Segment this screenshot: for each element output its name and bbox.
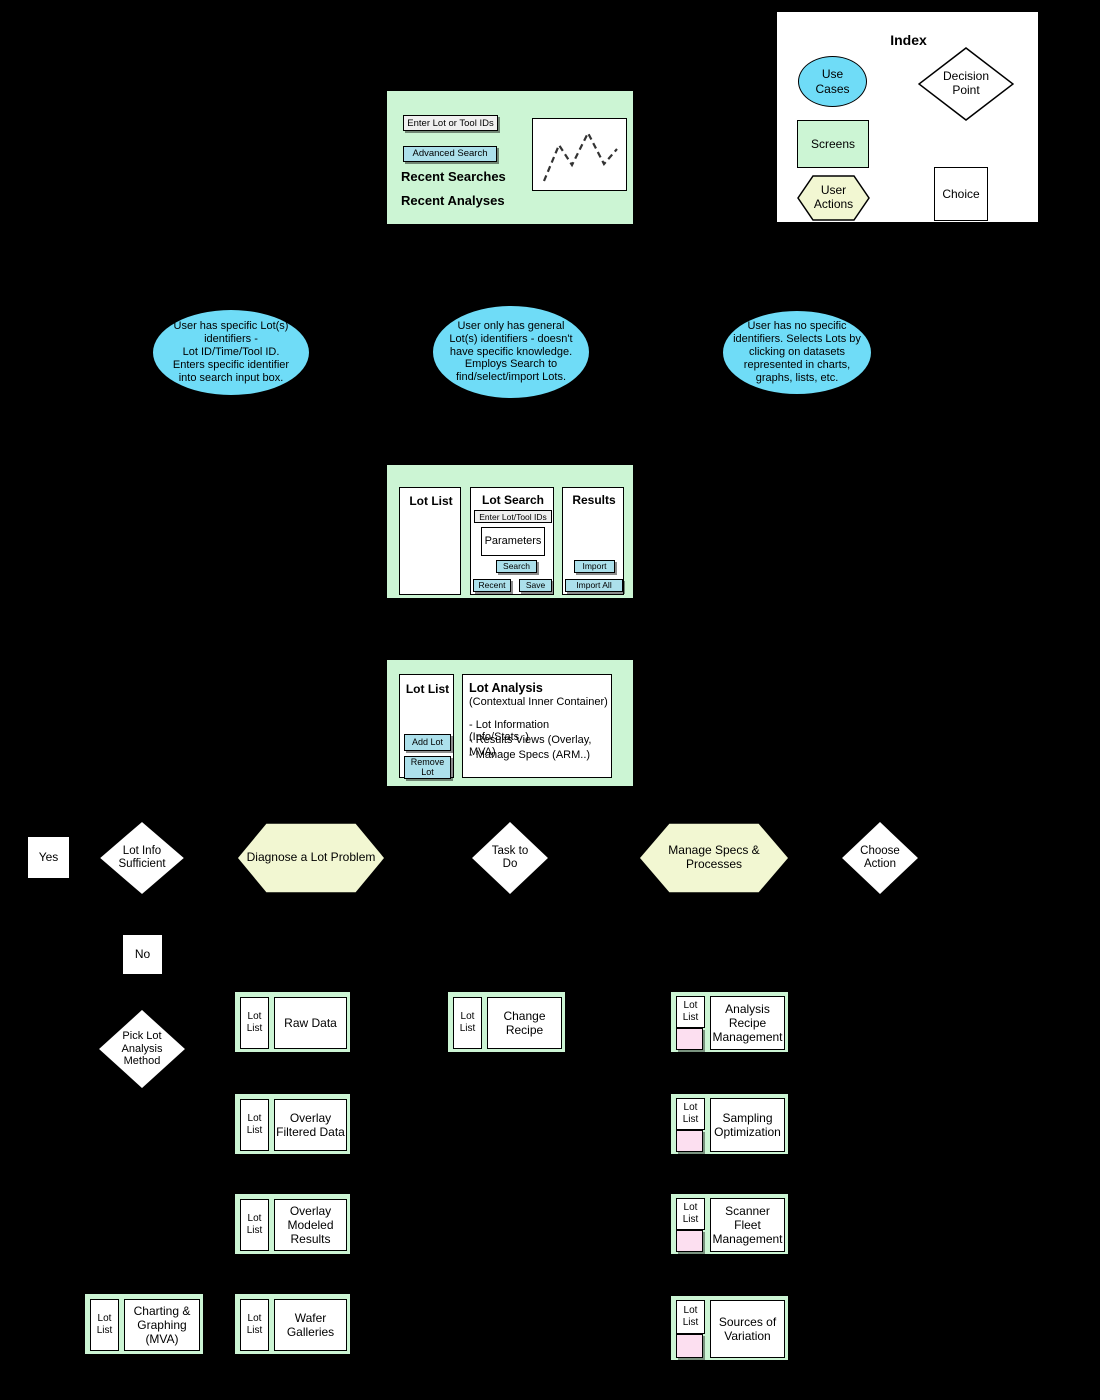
lot-search-panel: Lot Search Enter Lot/Tool IDs Parameters… bbox=[470, 487, 554, 595]
lot-search-title: Lot Search bbox=[481, 492, 544, 507]
screen-card-sampling-optimization[interactable]: Lot List Sampling Optimization bbox=[670, 1093, 789, 1155]
add-lot-button[interactable]: Add Lot bbox=[404, 734, 451, 751]
screen-card-label: Wafer Galleries bbox=[274, 1299, 347, 1351]
recent-analyses-label: Recent Analyses bbox=[401, 193, 505, 208]
zigzag-chart-icon bbox=[542, 130, 618, 182]
home-screen: Enter Lot or Tool IDs Advanced Search Re… bbox=[386, 90, 634, 225]
lot-list-mini: Lot List bbox=[90, 1299, 119, 1351]
recent-searches-label: Recent Searches bbox=[401, 169, 506, 184]
screen-card-wafer-galleries[interactable]: Lot List Wafer Galleries bbox=[234, 1293, 351, 1355]
lot-list-title: Lot List bbox=[409, 493, 453, 508]
recent-button[interactable]: Recent bbox=[473, 579, 511, 592]
screen-card-label: Scanner Fleet Management bbox=[710, 1198, 785, 1252]
screen-card-change-recipe[interactable]: Lot List Change Recipe bbox=[447, 991, 566, 1053]
screen-card-charting-graphing-mva[interactable]: Lot List Charting & Graphing (MVA) bbox=[84, 1293, 204, 1355]
lot-analysis-screen: Lot List Add Lot Remove Lot Lot Analysis… bbox=[386, 659, 634, 787]
legend-screens: Screens bbox=[797, 120, 869, 168]
lot-list-mini: Lot List bbox=[676, 996, 705, 1028]
choice-yes[interactable]: Yes bbox=[27, 836, 70, 879]
decision-choose-action[interactable]: Choose Action bbox=[840, 820, 920, 896]
lot-list-mini: Lot List bbox=[676, 1098, 705, 1130]
lot-list-mini: Lot List bbox=[676, 1198, 705, 1230]
lot-list-mini: Lot List bbox=[453, 997, 482, 1049]
lot-list-title: Lot List bbox=[405, 681, 450, 696]
use-case-text: User has no specific identifiers. Select… bbox=[733, 320, 861, 384]
legend-decision-point: Decision Point bbox=[918, 47, 1014, 121]
lot-analysis-title: Lot Analysis bbox=[469, 681, 543, 695]
screen-card-label: Raw Data bbox=[274, 997, 347, 1049]
decision-task-to-do[interactable]: Task to Do bbox=[470, 820, 550, 896]
import-all-button[interactable]: Import All bbox=[565, 579, 623, 592]
legend-user-actions: User Actions bbox=[797, 175, 870, 221]
decision-lot-info-sufficient[interactable]: Lot Info Sufficient bbox=[98, 820, 186, 896]
pink-panel bbox=[676, 1130, 703, 1152]
advanced-search-button[interactable]: Advanced Search bbox=[403, 146, 497, 162]
lot-analysis-subtitle: (Contextual Inner Container) bbox=[469, 696, 608, 708]
screen-card-label: Overlay Filtered Data bbox=[274, 1099, 347, 1151]
screen-card-raw-data[interactable]: Lot List Raw Data bbox=[234, 991, 351, 1053]
decision-pick-lot-analysis-method[interactable]: Pick Lot Analysis Method bbox=[97, 1008, 187, 1090]
search-input[interactable]: Enter Lot or Tool IDs bbox=[403, 115, 498, 131]
lot-list-mini: Lot List bbox=[240, 1099, 269, 1151]
screen-card-label: Overlay Modeled Results bbox=[274, 1199, 347, 1251]
screen-card-label: Sampling Optimization bbox=[710, 1098, 785, 1152]
use-case-specific-lots: User has specific Lot(s) identifiers - L… bbox=[152, 309, 310, 396]
screen-card-analysis-recipe-management[interactable]: Lot List Analysis Recipe Management bbox=[670, 991, 789, 1053]
pink-panel bbox=[676, 1028, 703, 1050]
flowchart-canvas: Index Use Cases Screens User Actions Dec… bbox=[0, 0, 1100, 1400]
lot-analysis-bullet-3: - Manage Specs (ARM..) bbox=[469, 749, 591, 761]
pink-panel bbox=[676, 1230, 703, 1252]
import-button[interactable]: Import bbox=[574, 560, 615, 573]
screen-card-label: Sources of Variation bbox=[710, 1300, 785, 1358]
screen-card-overlay-filtered-data[interactable]: Lot List Overlay Filtered Data bbox=[234, 1093, 351, 1155]
results-panel: Results Import Import All bbox=[562, 487, 624, 595]
lot-list-panel: Lot List Add Lot Remove Lot bbox=[399, 674, 454, 779]
user-action-manage-specs-processes[interactable]: Manage Specs & Processes bbox=[638, 822, 790, 894]
lot-list-mini: Lot List bbox=[240, 997, 269, 1049]
search-button[interactable]: Search bbox=[496, 560, 537, 573]
legend-choice: Choice bbox=[934, 167, 988, 221]
lot-search-screen: Lot List Lot Search Enter Lot/Tool IDs P… bbox=[386, 464, 634, 599]
screen-card-label: Change Recipe bbox=[487, 997, 562, 1049]
use-case-text: User has specific Lot(s) identifiers - L… bbox=[172, 320, 290, 384]
use-case-no-identifiers: User has no specific identifiers. Select… bbox=[722, 310, 872, 395]
use-case-general-lots: User only has general Lot(s) identifiers… bbox=[432, 305, 590, 399]
lot-list-mini: Lot List bbox=[676, 1300, 705, 1334]
user-action-diagnose-lot-problem[interactable]: Diagnose a Lot Problem bbox=[236, 822, 386, 894]
choice-no[interactable]: No bbox=[122, 934, 163, 975]
lot-list-panel: Lot List bbox=[399, 487, 461, 595]
chart-thumbnail[interactable] bbox=[532, 118, 627, 191]
index-legend: Index Use Cases Screens User Actions Dec… bbox=[776, 11, 1039, 223]
lot-analysis-panel: Lot Analysis (Contextual Inner Container… bbox=[462, 674, 612, 778]
lot-list-mini: Lot List bbox=[240, 1299, 269, 1351]
save-button[interactable]: Save bbox=[519, 579, 552, 592]
parameters-box[interactable]: Parameters bbox=[481, 527, 545, 556]
remove-lot-button[interactable]: Remove Lot bbox=[404, 756, 451, 779]
use-case-text: User only has general Lot(s) identifiers… bbox=[449, 319, 573, 384]
results-title: Results bbox=[572, 492, 616, 507]
pink-panel bbox=[676, 1334, 703, 1358]
screen-card-scanner-fleet-management[interactable]: Lot List Scanner Fleet Management bbox=[670, 1193, 789, 1255]
legend-use-cases: Use Cases bbox=[798, 56, 867, 107]
screen-card-label: Analysis Recipe Management bbox=[710, 996, 785, 1050]
lot-list-mini: Lot List bbox=[240, 1199, 269, 1251]
enter-ids-input[interactable]: Enter Lot/Tool IDs bbox=[474, 510, 552, 523]
screen-card-label: Charting & Graphing (MVA) bbox=[124, 1299, 200, 1351]
screen-card-sources-of-variation[interactable]: Lot List Sources of Variation bbox=[670, 1295, 789, 1361]
screen-card-overlay-modeled-results[interactable]: Lot List Overlay Modeled Results bbox=[234, 1193, 351, 1255]
